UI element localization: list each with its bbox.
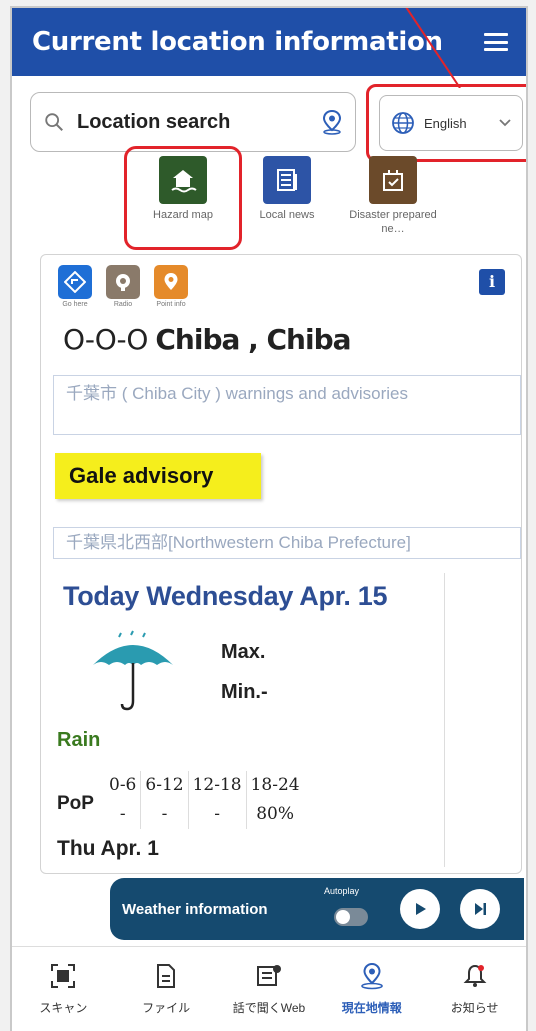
nav-label: ファイル: [142, 1001, 191, 1015]
pop-table: 0-6 - 6-12 - 12-18 - 18-24 80%: [105, 771, 304, 829]
weather-condition: Rain: [57, 729, 101, 751]
location-name: O-O-O Chiba , Chiba: [63, 323, 352, 356]
skip-next-icon: [475, 903, 486, 915]
pop-label: PoP: [57, 793, 94, 814]
pop-column: 0-6 -: [105, 771, 140, 829]
max-temp-label: Max.: [221, 641, 266, 663]
shortcut-label: Hazard map: [153, 209, 213, 221]
info-icon[interactable]: i: [479, 269, 505, 295]
chevron-down-icon: [499, 119, 511, 127]
nav-label: 現在地情報: [341, 1001, 402, 1015]
pop-column: 12-18 -: [187, 771, 246, 829]
shortcut-label: Disaster prepared ne…: [349, 209, 437, 236]
forecast-panel: Today Wednesday Apr. 15 Max. Min.- Rain …: [53, 573, 445, 867]
pop-value: 80%: [256, 804, 295, 824]
pop-column: 18-24 80%: [245, 771, 304, 829]
news-icon: [263, 156, 311, 204]
weather-info-bar: Weather information Autoplay: [110, 878, 524, 940]
nav-scan[interactable]: スキャン: [15, 961, 111, 1031]
annotation-arrow: [405, 8, 461, 88]
pop-range: 18-24: [250, 775, 300, 795]
location-prefix: O-O-O: [63, 323, 148, 356]
disaster-prep-icon: [369, 156, 417, 204]
nav-file[interactable]: ファイル: [118, 961, 214, 1031]
nav-notifications[interactable]: お知らせ: [427, 961, 523, 1031]
point-icon: [154, 265, 188, 299]
layer-caption: Point info: [156, 301, 186, 308]
location-info-icon: [360, 962, 383, 990]
notification-bell-icon: [463, 964, 486, 987]
bottom-nav: スキャン ファイル 話で聞くWeb 現在地情報 お知らせ: [12, 946, 526, 1031]
pop-range: 12-18: [192, 775, 242, 795]
skip-next-button[interactable]: [460, 889, 500, 929]
search-placeholder: Location search: [77, 110, 231, 133]
city-warnings-header[interactable]: 千葉市 ( Chiba City ) warnings and advisori…: [53, 375, 521, 435]
nav-location-info[interactable]: 現在地情報: [324, 961, 420, 1031]
app-frame: Current location information Location se…: [10, 6, 528, 1031]
nav-listen-web[interactable]: 話で聞くWeb: [221, 961, 317, 1031]
location-pin-icon[interactable]: [321, 109, 343, 135]
nav-label: スキャン: [39, 1001, 88, 1015]
umbrella-icon: [93, 630, 173, 711]
play-icon: [416, 903, 426, 915]
language-value: English: [424, 115, 467, 131]
pop-value: -: [161, 804, 168, 824]
language-highlight: English: [366, 84, 526, 162]
search-icon: [45, 113, 63, 131]
file-icon: [157, 964, 176, 988]
layer-caption: Radio: [113, 301, 133, 308]
navigation-icon: [58, 265, 92, 299]
layer-caption: Go here: [62, 301, 88, 308]
layer-navigation[interactable]: Go here: [55, 265, 95, 308]
advisory-badge[interactable]: Gale advisory: [55, 453, 261, 499]
pop-range: 0-6: [109, 775, 137, 795]
shortcut-hazard-map[interactable]: Hazard map: [128, 156, 238, 222]
pop-value: -: [214, 804, 220, 824]
location-info-card: Go here Radio Point info i O-O-O Chiba ,…: [40, 254, 522, 874]
nav-label: 話で聞くWeb: [232, 1001, 306, 1015]
language-select[interactable]: English: [379, 95, 523, 151]
pop-column: 6-12 -: [140, 771, 187, 829]
scan-icon: [51, 964, 76, 988]
shortcut-label: Local news: [259, 209, 315, 221]
region-warnings-header[interactable]: 千葉県北西部[Northwestern Chiba Prefecture]: [53, 527, 521, 559]
layer-point[interactable]: Point info: [151, 265, 191, 308]
forecast-date: Today Wednesday Apr. 15: [63, 581, 388, 611]
weather-info-label: Weather information: [122, 900, 268, 918]
location-city: Chiba , Chiba: [155, 323, 351, 356]
min-temp-label: Min.-: [221, 681, 268, 703]
globe-icon: [392, 112, 414, 134]
autoplay-label: Autoplay: [324, 886, 360, 896]
autoplay-toggle[interactable]: [334, 908, 368, 926]
play-button[interactable]: [400, 889, 440, 929]
pop-range: 6-12: [145, 775, 184, 795]
listen-web-icon: [256, 965, 281, 986]
shortcut-disaster-prep[interactable]: Disaster prepared ne…: [338, 156, 448, 237]
nav-label: お知らせ: [450, 1001, 499, 1015]
layer-radio[interactable]: Radio: [103, 265, 143, 308]
radio-icon: [106, 265, 140, 299]
next-day-label: Thu Apr. 1: [57, 837, 159, 860]
pop-value: -: [119, 804, 126, 824]
search-input[interactable]: Location search: [30, 92, 356, 152]
shortcut-local-news[interactable]: Local news: [232, 156, 342, 222]
hazard-map-icon: [159, 156, 207, 204]
layer-buttons: Go here Radio Point info: [55, 265, 191, 308]
